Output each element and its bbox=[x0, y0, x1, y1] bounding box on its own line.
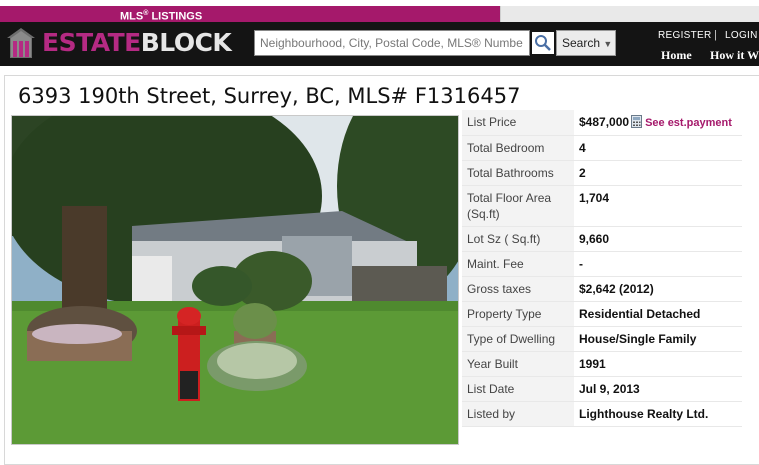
details-row: Lot Sz ( Sq.ft) 9,660 bbox=[462, 227, 742, 252]
details-label: Listed by bbox=[462, 402, 574, 426]
details-label: Total Bedroom bbox=[462, 136, 574, 160]
estateblock-logo[interactable]: ESTATEBLOCK bbox=[4, 24, 248, 62]
details-value: - bbox=[579, 257, 583, 271]
details-label: List Price bbox=[462, 110, 574, 135]
details-row: Type of Dwelling House/Single Family bbox=[462, 327, 742, 352]
details-row: Listed by Lighthouse Realty Ltd. bbox=[462, 402, 742, 427]
details-label: List Date bbox=[462, 377, 574, 401]
secondary-tab[interactable] bbox=[500, 6, 759, 22]
nav-how-it-works[interactable]: How it W bbox=[710, 48, 759, 63]
details-row: Total Floor Area (Sq.ft) 1,704 bbox=[462, 186, 742, 227]
search-button[interactable]: Search ▼ bbox=[556, 30, 616, 56]
mls-listings-tab[interactable]: MLS® LISTINGS bbox=[0, 6, 500, 23]
details-row: List Date Jul 9, 2013 bbox=[462, 377, 742, 402]
details-row: Year Built 1991 bbox=[462, 352, 742, 377]
nav-home[interactable]: Home bbox=[661, 48, 692, 63]
details-label: Total Floor Area (Sq.ft) bbox=[462, 186, 574, 226]
details-row: Property Type Residential Detached bbox=[462, 302, 742, 327]
details-value: 4 bbox=[579, 141, 586, 155]
house-logo-icon bbox=[7, 28, 35, 58]
listing-details-table: List Price $487,000 See est.payment Tota… bbox=[462, 110, 742, 427]
details-label: Type of Dwelling bbox=[462, 327, 574, 351]
magnifier-icon[interactable] bbox=[532, 32, 554, 54]
register-link[interactable]: REGISTER bbox=[658, 30, 712, 41]
details-value: 1,704 bbox=[579, 191, 610, 205]
details-row: Total Bedroom 4 bbox=[462, 136, 742, 161]
details-value: Residential Detached bbox=[579, 307, 701, 321]
details-row-price: List Price $487,000 See est.payment bbox=[462, 110, 742, 136]
header-separator: | bbox=[714, 29, 717, 41]
site-header: ESTATEBLOCK Neighbourhood, City, Postal … bbox=[0, 22, 759, 66]
chevron-down-icon: ▼ bbox=[603, 39, 613, 49]
details-value: 1991 bbox=[579, 357, 606, 371]
details-label: Lot Sz ( Sq.ft) bbox=[462, 227, 574, 251]
details-label: Year Built bbox=[462, 352, 574, 376]
details-label: Gross taxes bbox=[462, 277, 574, 301]
property-photo-image bbox=[12, 116, 458, 444]
calculator-icon[interactable] bbox=[631, 115, 643, 128]
details-value: House/Single Family bbox=[579, 332, 697, 346]
details-value[interactable]: Lighthouse Realty Ltd. bbox=[574, 402, 742, 426]
search-input[interactable]: Neighbourhood, City, Postal Code, MLS® N… bbox=[254, 30, 530, 56]
see-est-payment-link[interactable]: See est.payment bbox=[645, 117, 732, 129]
details-row: Maint. Fee - bbox=[462, 252, 742, 277]
login-link[interactable]: LOGIN bbox=[725, 30, 758, 41]
details-label: Total Bathrooms bbox=[462, 161, 574, 185]
listing-title: 6393 190th Street, Surrey, BC, MLS# F131… bbox=[18, 84, 521, 108]
details-value: $2,642 (2012) bbox=[579, 282, 654, 296]
details-value: $487,000 See est.payment bbox=[574, 110, 742, 135]
details-label: Property Type bbox=[462, 302, 574, 326]
logo-wordmark: ESTATEBLOCK bbox=[42, 28, 232, 57]
details-value: Jul 9, 2013 bbox=[579, 382, 640, 396]
property-photo[interactable] bbox=[11, 115, 459, 445]
details-row: Gross taxes $2,642 (2012) bbox=[462, 277, 742, 302]
details-row: Total Bathrooms 2 bbox=[462, 161, 742, 186]
details-value: 2 bbox=[579, 166, 586, 180]
details-label: Maint. Fee bbox=[462, 252, 574, 276]
details-value: 9,660 bbox=[579, 232, 610, 246]
list-price-value: $487,000 bbox=[579, 115, 630, 129]
